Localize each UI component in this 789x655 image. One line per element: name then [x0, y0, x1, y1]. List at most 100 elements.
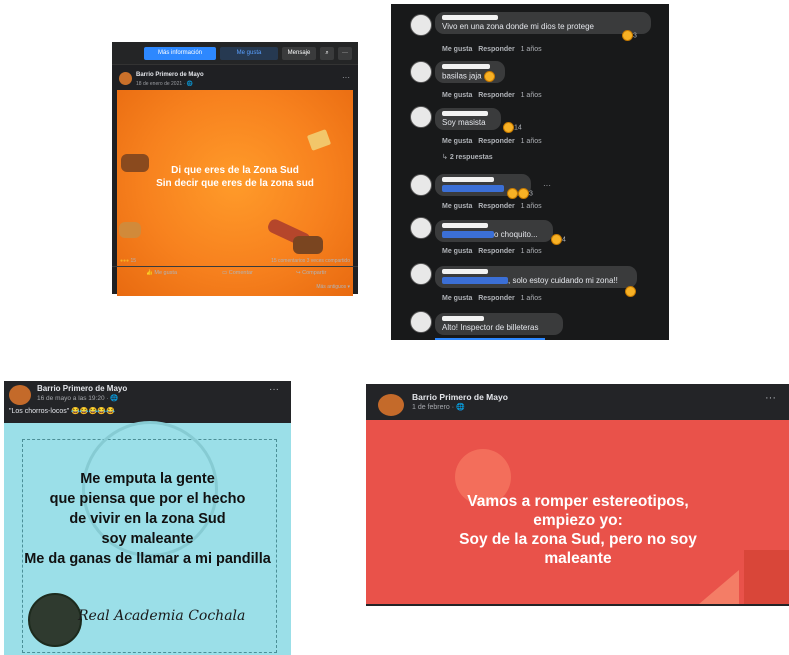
comment-text: o choquito...	[442, 230, 538, 239]
post-date[interactable]: 16 de mayo a las 19:20 · 🌐	[37, 394, 118, 402]
post-options-icon[interactable]: ···	[269, 384, 279, 395]
comment-text: Soy masista	[442, 118, 486, 127]
comment-avatar[interactable]	[410, 61, 432, 83]
comment-reactions[interactable]: 14	[503, 122, 522, 133]
reply-link[interactable]: Responder	[478, 138, 515, 145]
laugh-emoji-icon	[507, 188, 518, 199]
reaction-count: 3	[529, 190, 533, 198]
view-replies-link[interactable]: ↳ 2 respuestas	[442, 153, 493, 161]
comment-avatar[interactable]	[410, 14, 432, 36]
like-link[interactable]: Me gusta	[442, 203, 472, 210]
comment-avatar[interactable]	[410, 106, 432, 128]
post-date[interactable]: 18 de enero de 2021 · 🌐	[136, 81, 193, 87]
like-action[interactable]: 👍 Me gusta	[146, 270, 177, 276]
reaction-icons: ●●●	[120, 258, 130, 264]
share-label: Compartir	[302, 270, 327, 276]
like-link[interactable]: Me gusta	[442, 46, 472, 53]
post-actions: 👍 Me gusta ▭ Comentar ↪ Compartir	[112, 266, 358, 281]
scroll-indicator	[435, 338, 545, 340]
reply-arrow-icon: ↳	[442, 154, 448, 161]
comment-time[interactable]: 1 años	[521, 46, 542, 53]
comment-time[interactable]: 1 años	[521, 203, 542, 210]
more-icon: ···	[342, 50, 348, 56]
meme-text: Vamos a romper estereotipos, empiezo yo:…	[366, 492, 789, 568]
page-name[interactable]: Barrio Primero de Mayo	[37, 384, 127, 393]
like-link[interactable]: Me gusta	[442, 248, 472, 255]
post-options-icon[interactable]: ···	[765, 392, 776, 404]
meme-line: maleante	[544, 550, 612, 567]
comment-meta: Me gusta Responder 1 años	[442, 248, 542, 255]
comment-text: Vivo en una zona donde mi dios te proteg…	[442, 22, 594, 31]
comment-time[interactable]: 1 años	[521, 295, 542, 302]
like-link[interactable]: Me gusta	[442, 295, 472, 302]
commenter-name-redacted[interactable]	[442, 223, 488, 228]
reply-link[interactable]: Responder	[478, 92, 515, 99]
comment-reactions[interactable]: 4	[551, 234, 566, 245]
sort-comments[interactable]: Más antiguos ▾	[316, 284, 350, 290]
comment-icon: ▭	[222, 270, 228, 276]
image-text-line-1: Di que eres de la Zona Sud	[171, 165, 299, 176]
comment-options-icon[interactable]: ···	[543, 181, 551, 190]
comment-avatar[interactable]	[410, 217, 432, 239]
commenter-name-redacted[interactable]	[442, 177, 494, 182]
reply-link[interactable]: Responder	[478, 248, 515, 255]
commenter-name-redacted[interactable]	[442, 269, 488, 274]
comment-avatar[interactable]	[410, 311, 432, 333]
comment-avatar[interactable]	[410, 263, 432, 285]
comment-bubble: Vivo en una zona donde mi dios te proteg…	[435, 12, 651, 34]
commenter-name-redacted[interactable]	[442, 111, 488, 116]
comment-text	[442, 184, 504, 193]
comment-reactions[interactable]: 3	[622, 30, 637, 41]
commenter-name-redacted[interactable]	[442, 15, 498, 20]
laugh-emoji-icon-2	[518, 188, 529, 199]
pizza-illustration	[306, 129, 332, 151]
post-options-icon[interactable]: ···	[342, 73, 350, 82]
laugh-emoji-icon	[625, 286, 636, 297]
more-button[interactable]: ···	[338, 47, 352, 60]
more-info-button[interactable]: Más información	[144, 47, 216, 60]
comment-share-count[interactable]: 15 comentarios 3 veces compartido	[271, 258, 350, 264]
post-image[interactable]: Vamos a romper estereotipos, empiezo yo:…	[366, 420, 789, 604]
redacted-mention	[442, 231, 494, 239]
post-caption: "Los chorros-locos" 😂😂😂😂😂	[9, 408, 115, 415]
comment-time[interactable]: 1 años	[521, 138, 542, 145]
meme-text: Me emputa la gente que piensa que por el…	[4, 469, 291, 569]
comment-reactions[interactable]: 3	[507, 188, 533, 199]
reply-link[interactable]: Responder	[478, 46, 515, 53]
comment-reactions[interactable]	[625, 286, 636, 297]
message-button[interactable]: Mensaje	[282, 47, 316, 60]
image-text-line-2: Sin decir que eres de la zona sud	[156, 178, 314, 189]
like-link[interactable]: Me gusta	[442, 138, 472, 145]
comment-avatar[interactable]	[410, 174, 432, 196]
search-icon: ⌕	[325, 50, 329, 56]
post-image[interactable]: Me emputa la gente que piensa que por el…	[4, 421, 291, 655]
post-date[interactable]: 1 de febrero · 🌐	[412, 403, 465, 411]
page-name[interactable]: Barrio Primero de Mayo	[412, 392, 508, 402]
share-action[interactable]: ↪ Compartir	[296, 270, 326, 276]
meme-line: de vivir en la zona Sud	[69, 511, 226, 527]
commenter-name-redacted[interactable]	[442, 64, 490, 69]
search-button[interactable]: ⌕	[320, 47, 334, 60]
comment-time[interactable]: 1 años	[521, 248, 542, 255]
page-avatar[interactable]	[378, 394, 404, 416]
page-avatar[interactable]	[119, 72, 132, 85]
comment-text-value: basilas jaja	[442, 71, 482, 81]
comment-action[interactable]: ▭ Comentar	[222, 270, 253, 276]
reply-link[interactable]: Responder	[478, 295, 515, 302]
page-avatar[interactable]	[9, 385, 31, 405]
page-name[interactable]: Barrio Primero de Mayo	[136, 72, 204, 78]
meme-line: Soy de la zona Sud, pero no soy	[459, 531, 697, 548]
commenter-name-redacted[interactable]	[442, 316, 484, 321]
thumbs-up-icon: 👍	[146, 270, 153, 276]
like-link[interactable]: Me gusta	[442, 92, 472, 99]
reaction-count[interactable]: ●●● 15	[120, 258, 136, 264]
meme-line: que piensa que por el hecho	[49, 491, 246, 507]
comment-time[interactable]: 1 años	[521, 92, 542, 99]
comments-screenshot: Vivo en una zona donde mi dios te proteg…	[391, 4, 669, 340]
comment-meta: Me gusta Responder 1 años	[442, 138, 542, 145]
meme-line: Me emputa la gente	[80, 471, 215, 487]
reply-link[interactable]: Responder	[478, 203, 515, 210]
laugh-emoji-icon	[483, 71, 495, 82]
like-page-button[interactable]: Me gusta	[220, 47, 278, 60]
laugh-emoji-icon	[503, 122, 514, 133]
